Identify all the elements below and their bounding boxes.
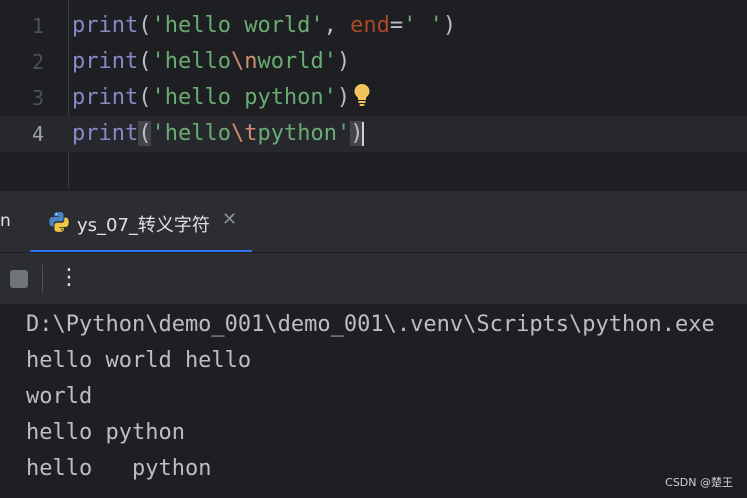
paren-open: ( [138, 49, 152, 74]
console-line: D:\Python\demo_001\demo_001\.venv\Script… [26, 312, 715, 337]
code-text[interactable]: print('hello\tpython') [72, 116, 365, 152]
console-line: hello world hello [26, 348, 252, 373]
code-line-3[interactable]: 3 print('hello python') [0, 80, 747, 116]
string-literal: ' ' [403, 13, 443, 38]
paren-close-highlighted: ) [350, 121, 364, 146]
code-line-1[interactable]: 1 print('hello world', end=' ') [0, 8, 747, 44]
code-editor[interactable]: 1 print('hello world', end=' ') 2 print(… [0, 0, 747, 190]
tab-label: ys_07_转义字符 [77, 215, 210, 236]
line-number: 4 [31, 122, 44, 146]
string-literal: 'hello [151, 121, 231, 146]
string-literal: 'hello python' [151, 85, 337, 110]
console-line: world [26, 384, 93, 409]
code-line-2[interactable]: 2 print('hello\nworld') [0, 44, 747, 80]
paren-open: ( [138, 13, 152, 38]
close-icon[interactable]: ✕ [222, 209, 237, 230]
console-output[interactable]: D:\Python\demo_001\demo_001\.venv\Script… [0, 305, 747, 498]
line-number: 1 [31, 14, 44, 38]
console-line: hello python [26, 456, 212, 481]
paren-close: ) [336, 49, 351, 74]
paren-close: ) [442, 13, 457, 38]
keyword-argument: end [350, 13, 390, 38]
code-text[interactable]: print('hello world', end=' ') [72, 8, 456, 44]
console-line: hello python [26, 420, 185, 445]
function-name: print [72, 49, 139, 74]
paren-open: ( [138, 85, 152, 110]
watermark: CSDN @楚王 [665, 476, 733, 489]
tool-window-title: n [0, 211, 11, 231]
code-text[interactable]: print('hello python') [72, 80, 350, 116]
line-number: 2 [31, 50, 44, 74]
run-tool-window-header: n ys_07_转义字符 ✕ [0, 190, 747, 253]
separator: , [323, 13, 351, 38]
text-caret [362, 122, 365, 146]
paren-close: ) [336, 85, 351, 110]
code-text[interactable]: print('hello\nworld') [72, 44, 350, 80]
function-name: print [72, 13, 139, 38]
tab-run-config[interactable]: ys_07_转义字符 ✕ [30, 191, 252, 253]
equals: = [389, 13, 404, 38]
code-line-4[interactable]: 4 print('hello\tpython') [0, 116, 747, 152]
run-actions-toolbar: ⋮ [0, 252, 747, 304]
string-literal: python' [257, 121, 351, 146]
escape-sequence: \n [230, 49, 258, 74]
python-icon [49, 212, 69, 232]
string-literal: 'hello world' [151, 13, 324, 38]
lightbulb-icon[interactable] [353, 83, 371, 107]
string-literal: world' [257, 49, 337, 74]
string-literal: 'hello [151, 49, 231, 74]
function-name: print [72, 121, 139, 146]
paren-open-highlighted: ( [138, 121, 152, 146]
more-vertical-icon[interactable]: ⋮ [58, 263, 80, 293]
line-number: 3 [31, 86, 44, 110]
escape-sequence: \t [230, 121, 258, 146]
toolbar-divider [42, 265, 43, 293]
stop-icon[interactable] [10, 270, 28, 288]
function-name: print [72, 85, 139, 110]
